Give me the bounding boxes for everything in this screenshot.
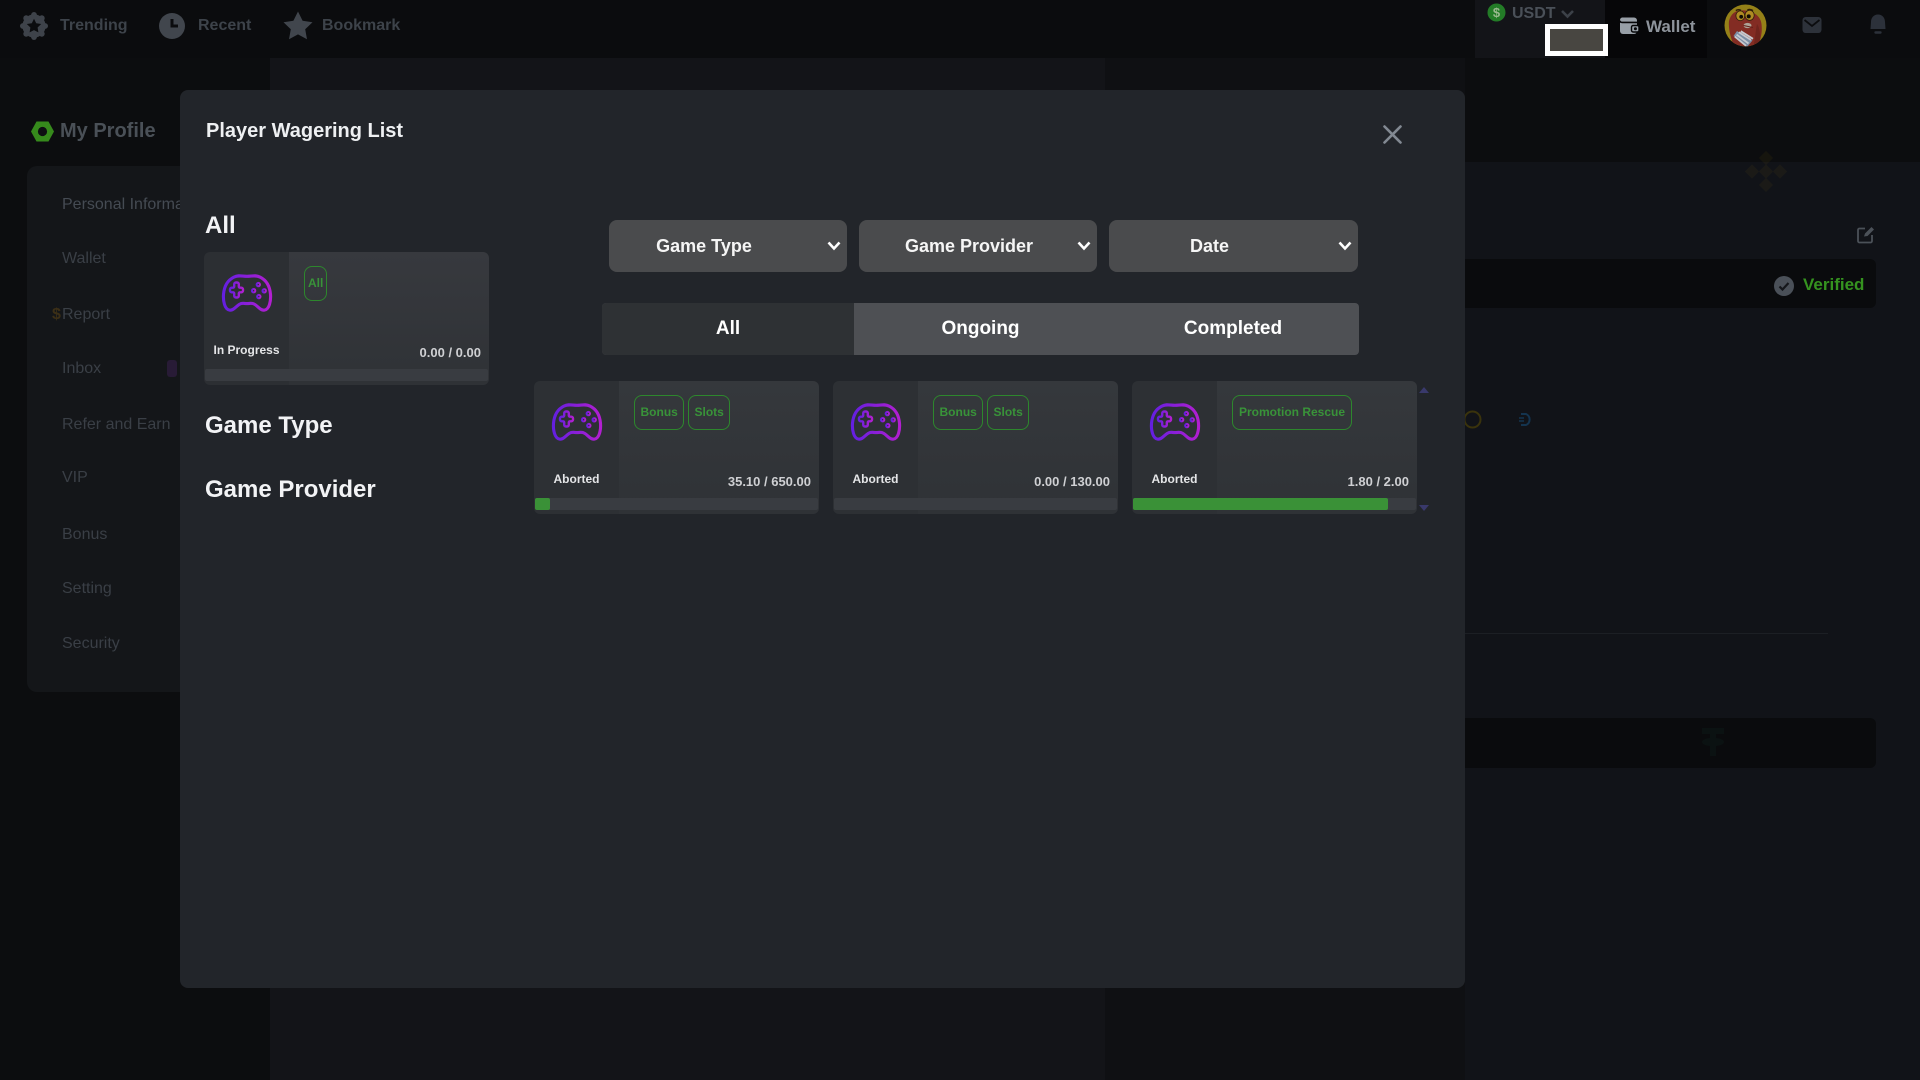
svg-text:$: $ [1493, 5, 1501, 20]
